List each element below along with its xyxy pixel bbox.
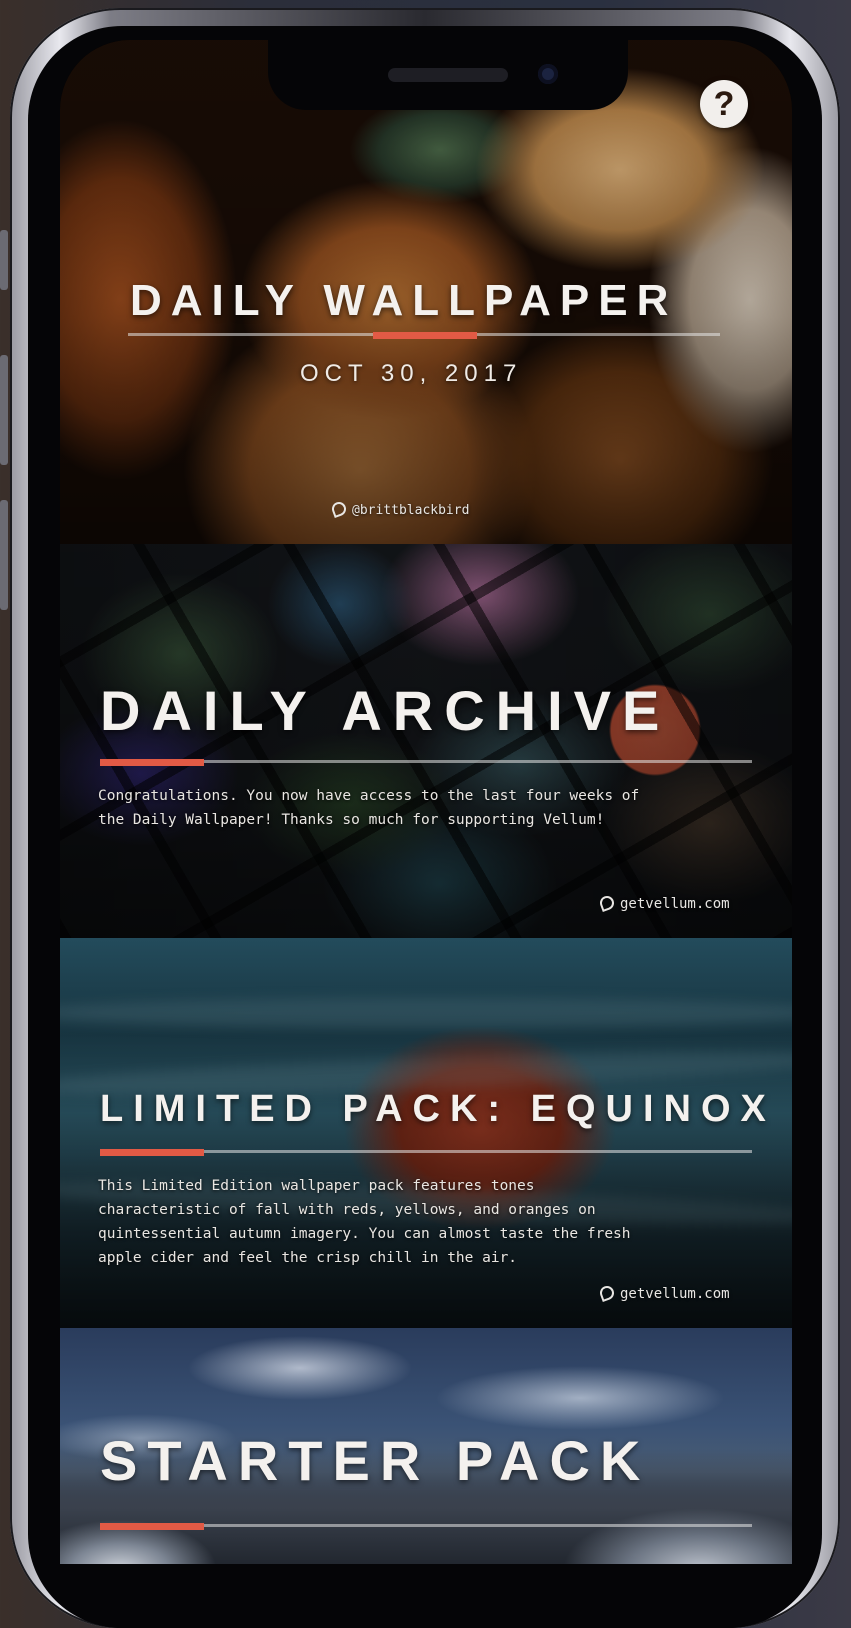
front-camera bbox=[538, 64, 558, 84]
card-title: STARTER PACK bbox=[100, 1429, 651, 1492]
mute-switch bbox=[0, 230, 8, 290]
notch bbox=[268, 40, 628, 110]
source-link[interactable]: getvellum.com bbox=[598, 894, 730, 912]
accent-bar bbox=[373, 332, 477, 339]
accent-bar bbox=[100, 1523, 204, 1530]
accent-bar bbox=[100, 759, 204, 766]
credit-label: getvellum.com bbox=[620, 896, 730, 912]
wallpaper-date: OCT 30, 2017 bbox=[300, 360, 523, 387]
credit-label: @brittblackbird bbox=[352, 503, 470, 518]
accent-bar bbox=[100, 1149, 204, 1156]
question-icon: ? bbox=[713, 84, 735, 123]
app-screen: ? DAILY WALLPAPER OCT 30, 2017 @brittbla… bbox=[60, 40, 792, 1564]
limited-pack-card[interactable]: LIMITED PACK: EQUINOX This Limited Editi… bbox=[60, 938, 792, 1328]
card-description: Congratulations. You now have access to … bbox=[98, 788, 640, 828]
vellum-logo-icon bbox=[598, 894, 616, 912]
card-description: This Limited Edition wallpaper pack feat… bbox=[98, 1178, 631, 1266]
volume-up-button bbox=[0, 355, 8, 465]
help-button[interactable]: ? bbox=[700, 80, 748, 128]
vellum-logo-icon bbox=[330, 500, 348, 518]
photo-credit[interactable]: @brittblackbird bbox=[330, 500, 470, 518]
credit-label: getvellum.com bbox=[620, 1286, 730, 1302]
card-title: DAILY ARCHIVE bbox=[100, 679, 671, 742]
card-title: LIMITED PACK: EQUINOX bbox=[100, 1088, 776, 1130]
speaker-grille bbox=[388, 68, 508, 82]
vellum-logo-icon bbox=[598, 1284, 616, 1302]
starter-pack-card[interactable]: STARTER PACK bbox=[60, 1328, 792, 1564]
source-link[interactable]: getvellum.com bbox=[598, 1284, 730, 1302]
card-title: DAILY WALLPAPER bbox=[130, 276, 678, 325]
daily-archive-card[interactable]: DAILY ARCHIVE Congratulations. You now h… bbox=[60, 544, 792, 938]
daily-wallpaper-card[interactable]: DAILY WALLPAPER OCT 30, 2017 @brittblack… bbox=[60, 40, 792, 544]
volume-down-button bbox=[0, 500, 8, 610]
